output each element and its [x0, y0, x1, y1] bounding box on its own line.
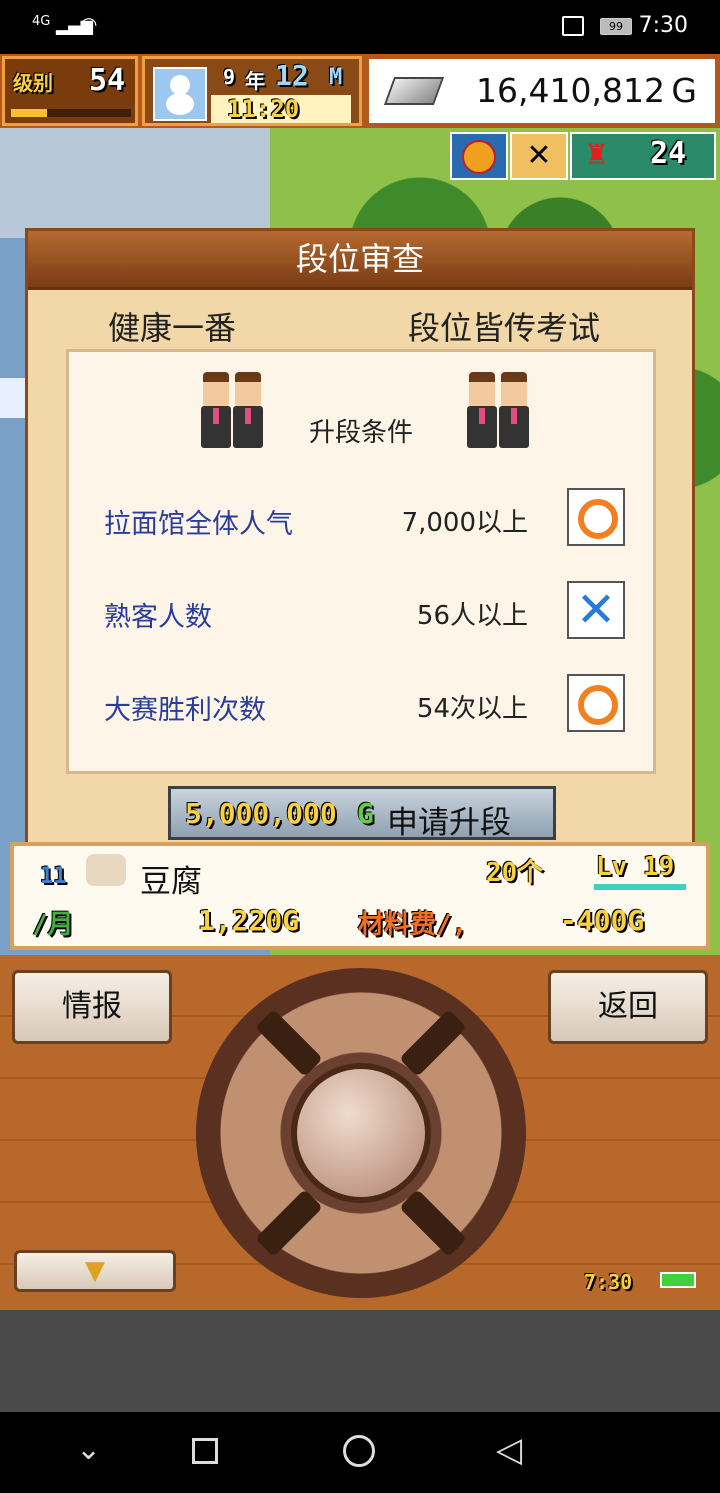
money-bill-icon [383, 77, 445, 105]
status-icons: ✕ ♜ 24 [450, 132, 716, 180]
face-icon[interactable] [450, 132, 508, 180]
condition-value: 56人以上 [416, 601, 528, 631]
tools-icon[interactable]: ✕ [510, 132, 568, 180]
game-battery-icon [660, 1272, 696, 1288]
item-name: 豆腐 [140, 864, 202, 900]
rank-current: 健康一番 [108, 309, 237, 347]
condition-value: 54次以上 [416, 694, 528, 724]
nav-home-icon[interactable] [343, 1435, 375, 1467]
info-button[interactable]: 情报 [12, 970, 172, 1044]
wifi-icon: ◠ [80, 12, 98, 36]
material-cost: -400G [560, 904, 645, 937]
apply-cost: 5,000,000 [185, 797, 337, 830]
month-value: 12 [275, 59, 309, 92]
item-info-bar[interactable]: 11 豆腐 20个 Lv 19 /月 1,220G 材料费/, -400G [10, 842, 710, 950]
money-unit: G [671, 71, 697, 110]
date-box: 9 年 12 M 11:20 [142, 56, 362, 126]
nav-back-icon[interactable]: ◁ [496, 1430, 522, 1470]
status-time: 7:30 [638, 13, 688, 38]
expand-down-button[interactable]: ▼ [14, 1250, 176, 1292]
dpad-center-button[interactable] [291, 1063, 431, 1203]
rank-exam-dialog: 段位审查 健康一番 段位皆传考试 升段条件 拉面馆全体人气 7,000以上 熟客… [25, 228, 695, 848]
item-count: 20个 [486, 858, 544, 888]
visitor-count: 24 [650, 136, 687, 171]
back-button[interactable]: 返回 [548, 970, 708, 1044]
dpad-divider [399, 1189, 467, 1257]
month-label: M [329, 65, 343, 90]
conditions-header: 升段条件 [308, 418, 413, 448]
welcome-sign [0, 378, 28, 418]
condition-value: 7,000以上 [401, 508, 528, 538]
rank-next: 段位皆传考试 [408, 309, 601, 347]
clock-box: 11:20 [211, 95, 351, 123]
condition-label: 拉面馆全体人气 [104, 509, 293, 540]
nav-recents-icon[interactable] [192, 1438, 218, 1464]
dialog-title: 段位审查 [28, 231, 692, 290]
condition-unmet-icon: ✕ [567, 581, 625, 639]
dpad[interactable] [196, 968, 526, 1298]
tofu-icon [86, 854, 126, 886]
condition-label: 大赛胜利次数 [104, 695, 266, 726]
staff-sprite-icon [497, 372, 531, 448]
apply-promotion-button[interactable]: 5,000,000 G 申请升段 [168, 786, 556, 841]
signal-icon: 4G [32, 14, 51, 29]
level-bar [594, 884, 686, 890]
level-value: 54 [89, 63, 126, 98]
condition-met-icon [567, 488, 625, 546]
level-label: 级别 [13, 71, 53, 95]
letterbox-area [0, 1310, 720, 1412]
system-nav-bar: ⌄ ◁ [0, 1412, 720, 1493]
vibrate-icon [562, 16, 584, 36]
building [0, 128, 270, 238]
game-clock: 7:30 [584, 1270, 633, 1294]
level-box[interactable]: 级别 54 [2, 56, 138, 126]
visitor-box[interactable]: ♜ 24 [570, 132, 716, 180]
year-value: 9 [223, 65, 236, 89]
snowman-icon [153, 67, 207, 121]
item-price: 1,220G [198, 904, 300, 937]
item-level: Lv 19 [596, 852, 675, 882]
condition-met-icon [567, 674, 625, 732]
apply-cost-unit: G [357, 797, 374, 830]
visitor-icon: ♜ [584, 138, 610, 171]
year-label: 年 [245, 69, 265, 93]
dpad-divider [255, 1009, 323, 1077]
item-month: /月 [32, 910, 74, 940]
apply-label: 申请升段 [387, 805, 511, 841]
calendar-day: 11 [40, 864, 67, 889]
staff-sprite-icon [465, 372, 499, 448]
status-bar: 4G ▂▄▆ ◠ 99 7:30 [0, 0, 720, 54]
clock: 11:20 [227, 95, 300, 123]
conditions-panel: 升段条件 拉面馆全体人气 7,000以上 熟客人数 56人以上 ✕ 大赛胜利次数… [66, 349, 656, 774]
dpad-divider [399, 1009, 467, 1077]
nav-down-icon[interactable]: ⌄ [76, 1432, 101, 1467]
money-value: 16,410,812 [476, 71, 665, 110]
dpad-divider [255, 1189, 323, 1257]
battery-icon: 99 [600, 18, 632, 35]
condition-label: 熟客人数 [104, 602, 212, 633]
material-label: 材料费/, [358, 910, 468, 940]
money-box: 16,410,812 G [366, 56, 718, 126]
exp-bar [11, 109, 131, 117]
game-hud: 级别 54 9 年 12 M 11:20 16,410,812 G [0, 54, 720, 128]
